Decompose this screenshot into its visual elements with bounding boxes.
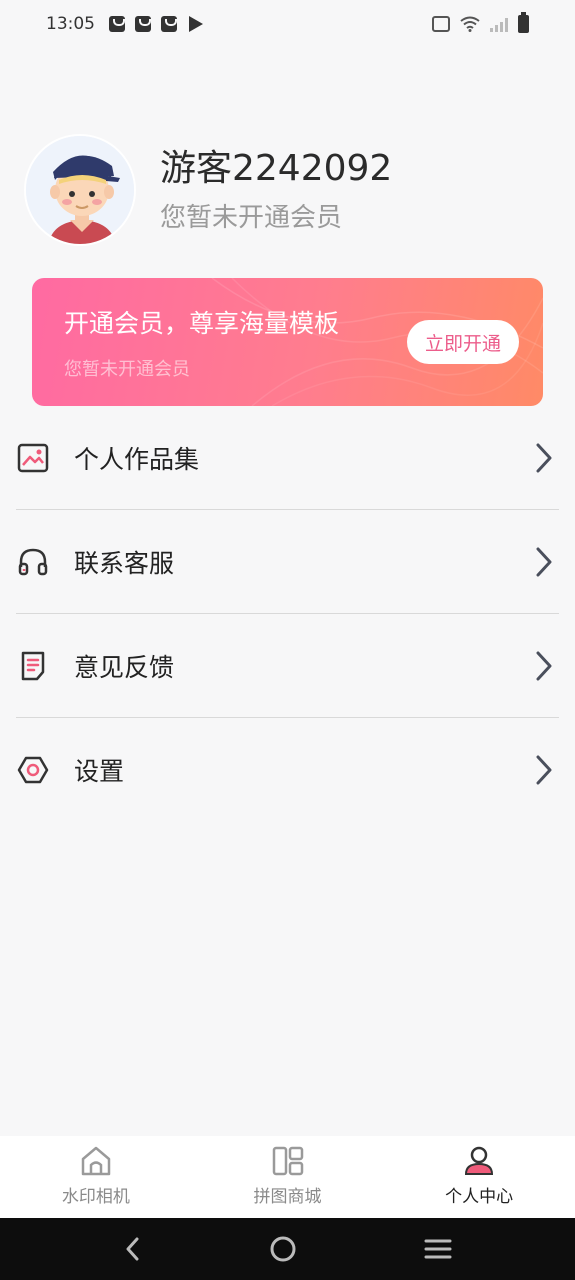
headphones-icon bbox=[16, 545, 50, 579]
menu-lines-icon[interactable] bbox=[424, 1237, 452, 1261]
grid-icon bbox=[272, 1146, 303, 1176]
home-circle-icon[interactable] bbox=[269, 1235, 297, 1263]
chevron-right-icon bbox=[536, 547, 552, 577]
menu-item-label: 设置 bbox=[74, 757, 125, 786]
status-time: 13:05 bbox=[46, 14, 95, 34]
system-nav-bar bbox=[0, 1218, 575, 1280]
chevron-right-icon bbox=[536, 755, 552, 785]
tab-label: 拼图商城 bbox=[253, 1187, 322, 1207]
activate-vip-button[interactable]: 立即开通 bbox=[407, 320, 519, 364]
tab-label: 水印相机 bbox=[61, 1187, 130, 1207]
back-icon[interactable] bbox=[123, 1236, 143, 1262]
menu-item-label: 意见反馈 bbox=[74, 652, 175, 682]
menu-item-feedback[interactable]: 意见反馈 bbox=[16, 614, 559, 718]
menu-item-portfolio[interactable]: 个人作品集 bbox=[16, 406, 559, 510]
menu-list: 个人作品集 联系客服 意见反馈 设置 bbox=[16, 406, 559, 822]
status-bar: 13:05 bbox=[0, 0, 575, 48]
signal-icon bbox=[490, 16, 508, 32]
menu-item-settings[interactable]: 设置 bbox=[16, 718, 559, 822]
play-store-icon bbox=[189, 16, 203, 32]
tab-label: 个人中心 bbox=[445, 1187, 514, 1207]
vip-banner[interactable]: 开通会员，尊享海量模板 您暂未开通会员 立即开通 bbox=[32, 278, 543, 406]
bag-notification-icon bbox=[135, 16, 151, 32]
settings-hexagon-icon bbox=[16, 753, 50, 787]
chevron-right-icon bbox=[536, 443, 552, 473]
bottom-tab-bar: 水印相机 拼图商城 个人中心 bbox=[0, 1136, 575, 1218]
tab-personal-center[interactable]: 个人中心 bbox=[383, 1136, 575, 1218]
vibrate-icon bbox=[432, 16, 450, 32]
vip-subtitle: 您暂未开通会员 bbox=[64, 359, 190, 380]
chevron-right-icon bbox=[536, 651, 552, 681]
battery-icon bbox=[518, 12, 529, 33]
tab-puzzle-mall[interactable]: 拼图商城 bbox=[192, 1136, 384, 1218]
menu-item-label: 个人作品集 bbox=[74, 444, 200, 474]
member-status: 您暂未开通会员 bbox=[160, 202, 343, 233]
gallery-icon bbox=[16, 441, 50, 475]
user-name: 游客2242092 bbox=[160, 147, 393, 189]
user-icon bbox=[465, 1146, 494, 1175]
bag-notification-icon bbox=[161, 16, 177, 32]
vip-title: 开通会员，尊享海量模板 bbox=[64, 309, 340, 338]
tab-watermark-camera[interactable]: 水印相机 bbox=[0, 1136, 192, 1218]
home-icon bbox=[81, 1146, 111, 1176]
avatar[interactable] bbox=[24, 134, 136, 246]
menu-item-customer-service[interactable]: 联系客服 bbox=[16, 510, 559, 614]
bag-notification-icon bbox=[109, 16, 125, 32]
feedback-icon bbox=[16, 649, 50, 683]
profile-text: 游客2242092 您暂未开通会员 bbox=[160, 147, 392, 234]
profile-header[interactable]: 游客2242092 您暂未开通会员 bbox=[24, 134, 392, 246]
menu-item-label: 联系客服 bbox=[74, 548, 175, 578]
wifi-icon bbox=[460, 16, 480, 32]
